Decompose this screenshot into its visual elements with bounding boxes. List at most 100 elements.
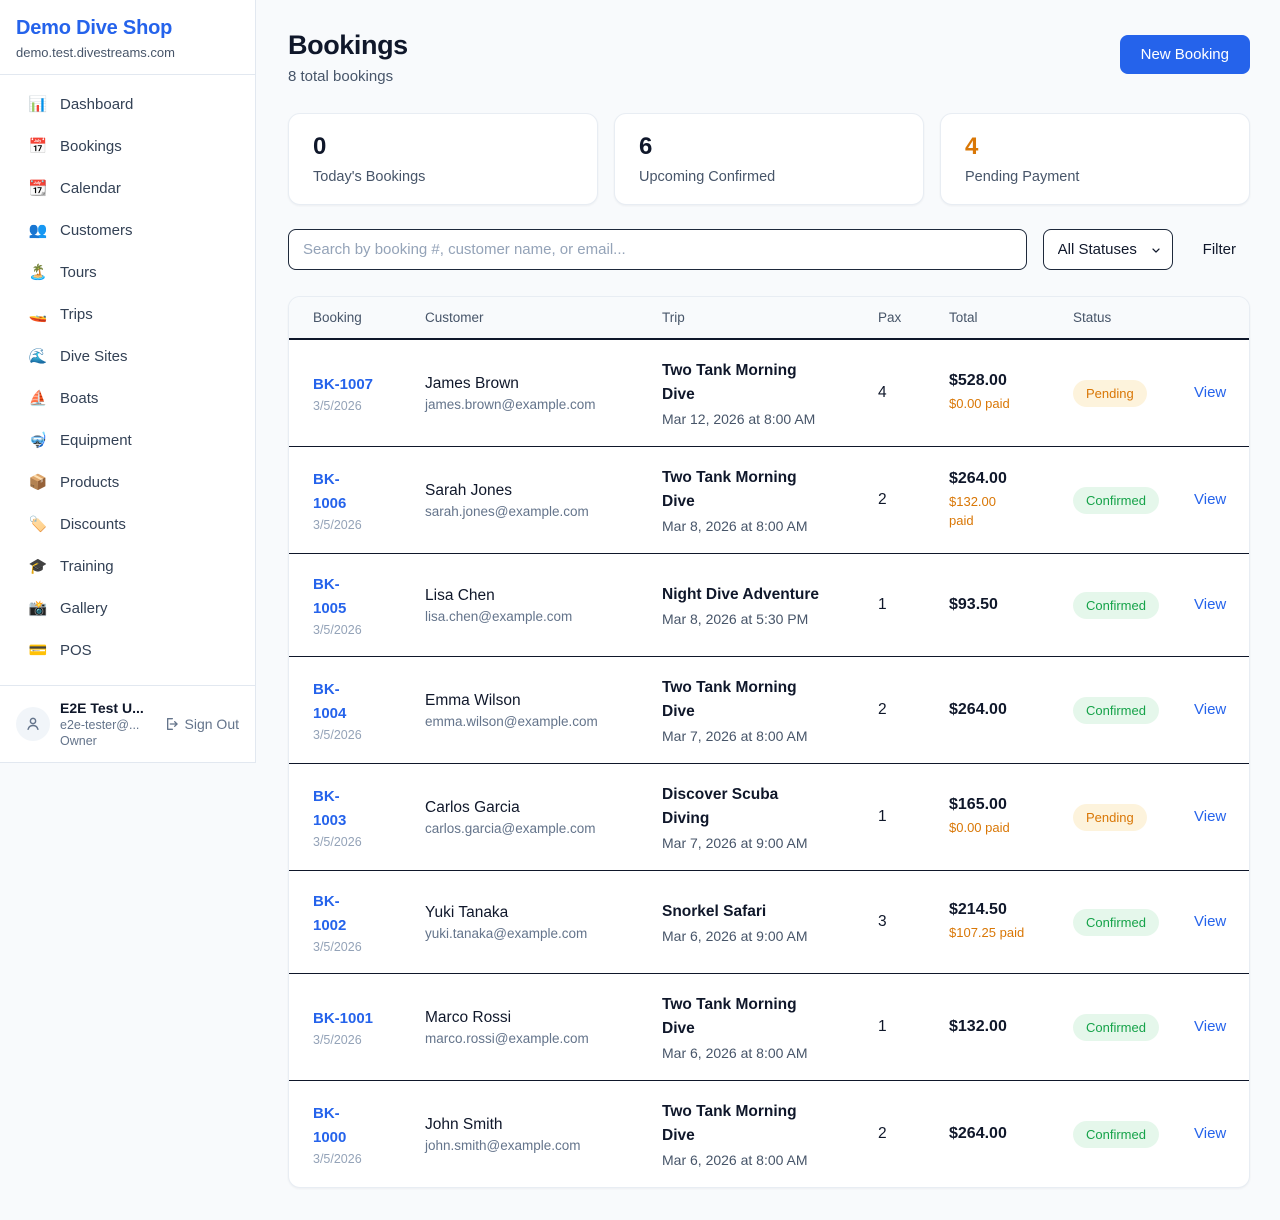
user-role: Owner: [60, 734, 153, 748]
booking-id-link[interactable]: BK- 1006: [313, 468, 401, 516]
status-badge: Confirmed: [1073, 1121, 1159, 1148]
sidebar-item-label: Trips: [60, 306, 93, 323]
stat-label: Pending Payment: [965, 169, 1225, 185]
sidebar-item-label: Dive Sites: [60, 348, 128, 365]
sidebar-item[interactable]: 🌊 Dive Sites: [16, 339, 239, 373]
person-icon: [24, 715, 42, 733]
user-email: e2e-tester@...: [60, 718, 153, 732]
sign-out-button[interactable]: Sign Out: [163, 716, 239, 732]
shop-header: Demo Dive Shop demo.test.divestreams.com: [0, 0, 255, 75]
sidebar-item-label: Discounts: [60, 516, 126, 533]
sidebar-item-label: POS: [60, 642, 92, 659]
customer-name: John Smith: [425, 1116, 638, 1134]
status-badge: Confirmed: [1073, 592, 1159, 619]
trip-name: Two Tank Morning Dive: [662, 359, 854, 407]
sidebar-item[interactable]: 💳 POS: [16, 633, 239, 667]
customer-name: James Brown: [425, 375, 638, 393]
booking-date: 3/5/2026: [313, 623, 401, 637]
sidebar-footer: E2E Test U... e2e-tester@... Owner Sign …: [0, 685, 255, 762]
customer-email: lisa.chen@example.com: [425, 609, 638, 624]
total-amount: $165.00: [949, 796, 1049, 814]
booking-date: 3/5/2026: [313, 1152, 401, 1166]
speedboat-icon: 🚤: [28, 305, 48, 323]
view-link[interactable]: View: [1194, 701, 1226, 718]
booking-id-link[interactable]: BK- 1002: [313, 890, 401, 938]
sidebar-item[interactable]: 🎓 Training: [16, 549, 239, 583]
sidebar-item-label: Dashboard: [60, 96, 133, 113]
table-header-row: Booking Customer Trip Pax Total Status: [289, 297, 1249, 339]
pax-count: 1: [878, 596, 925, 614]
booking-id-link[interactable]: BK-1007: [313, 373, 401, 397]
trip-datetime: Mar 8, 2026 at 5:30 PM: [662, 611, 854, 627]
sidebar-item[interactable]: ⛵ Boats: [16, 381, 239, 415]
view-link[interactable]: View: [1194, 1018, 1226, 1035]
stat-value: 0: [313, 133, 573, 161]
stat-label: Upcoming Confirmed: [639, 169, 899, 185]
search-input[interactable]: [288, 229, 1027, 270]
sidebar-item[interactable]: 🚤 Trips: [16, 297, 239, 331]
booking-date: 3/5/2026: [313, 518, 401, 532]
booking-id-link[interactable]: BK- 1003: [313, 785, 401, 833]
sidebar-item[interactable]: 👥 Customers: [16, 213, 239, 247]
sidebar-item[interactable]: 🏷️ Discounts: [16, 507, 239, 541]
trip-name: Two Tank Morning Dive: [662, 676, 854, 724]
status-badge: Confirmed: [1073, 697, 1159, 724]
customer-name: Carlos Garcia: [425, 799, 638, 817]
stat-card: 4 Pending Payment: [940, 113, 1250, 205]
booking-id-link[interactable]: BK- 1004: [313, 678, 401, 726]
paid-amount: $132.00 paid: [949, 492, 1049, 531]
customer-email: carlos.garcia@example.com: [425, 821, 638, 836]
customer-name: Lisa Chen: [425, 587, 638, 605]
table-row: BK- 1003 3/5/2026 Carlos Garcia carlos.g…: [289, 764, 1249, 871]
people-icon: 👥: [28, 221, 48, 239]
status-filter-select[interactable]: All Statuses: [1043, 229, 1173, 270]
page-title: Bookings: [288, 30, 408, 61]
total-amount: $264.00: [949, 701, 1049, 719]
sidebar-item[interactable]: 📅 Bookings: [16, 129, 239, 163]
paid-amount: $107.25 paid: [949, 923, 1049, 943]
customer-name: Sarah Jones: [425, 482, 638, 500]
booking-id-link[interactable]: BK- 1000: [313, 1102, 401, 1150]
booking-date: 3/5/2026: [313, 940, 401, 954]
booking-id-link[interactable]: BK-1001: [313, 1007, 401, 1031]
label-tag-icon: 🏷️: [28, 515, 48, 533]
stat-card: 6 Upcoming Confirmed: [614, 113, 924, 205]
view-link[interactable]: View: [1194, 596, 1226, 613]
view-link[interactable]: View: [1194, 491, 1226, 508]
status-badge: Confirmed: [1073, 1014, 1159, 1041]
trip-name: Two Tank Morning Dive: [662, 1100, 854, 1148]
customer-name: Yuki Tanaka: [425, 904, 638, 922]
customer-email: john.smith@example.com: [425, 1138, 638, 1153]
diving-mask-icon: 🤿: [28, 431, 48, 449]
sidebar-item[interactable]: 📆 Calendar: [16, 171, 239, 205]
sailboat-icon: ⛵: [28, 389, 48, 407]
sidebar-item[interactable]: 🏝️ Tours: [16, 255, 239, 289]
sidebar-item[interactable]: 📊 Dashboard: [16, 87, 239, 121]
view-link[interactable]: View: [1194, 808, 1226, 825]
table-row: BK- 1005 3/5/2026 Lisa Chen lisa.chen@ex…: [289, 554, 1249, 657]
table-row: BK-1001 3/5/2026 Marco Rossi marco.rossi…: [289, 974, 1249, 1081]
shop-name: Demo Dive Shop: [16, 17, 239, 40]
table-row: BK- 1002 3/5/2026 Yuki Tanaka yuki.tanak…: [289, 871, 1249, 974]
booking-id-link[interactable]: BK- 1005: [313, 573, 401, 621]
page-header: Bookings 8 total bookings New Booking: [288, 30, 1250, 85]
view-link[interactable]: View: [1194, 913, 1226, 930]
view-link[interactable]: View: [1194, 384, 1226, 401]
sidebar-item[interactable]: 📦 Products: [16, 465, 239, 499]
customer-email: yuki.tanaka@example.com: [425, 926, 638, 941]
sidebar-item-label: Equipment: [60, 432, 132, 449]
sidebar: Demo Dive Shop demo.test.divestreams.com…: [0, 0, 256, 763]
sidebar-item-label: Gallery: [60, 600, 108, 617]
trip-datetime: Mar 6, 2026 at 8:00 AM: [662, 1045, 854, 1061]
view-link[interactable]: View: [1194, 1125, 1226, 1142]
booking-date: 3/5/2026: [313, 728, 401, 742]
sidebar-item[interactable]: 🤿 Equipment: [16, 423, 239, 457]
customer-name: Emma Wilson: [425, 692, 638, 710]
table-row: BK-1007 3/5/2026 James Brown james.brown…: [289, 339, 1249, 447]
sidebar-item[interactable]: 📸 Gallery: [16, 591, 239, 625]
col-header-pax: Pax: [866, 297, 937, 339]
total-amount: $528.00: [949, 372, 1049, 390]
pax-count: 2: [878, 701, 925, 719]
filter-button[interactable]: Filter: [1189, 241, 1250, 258]
new-booking-button[interactable]: New Booking: [1120, 35, 1250, 74]
